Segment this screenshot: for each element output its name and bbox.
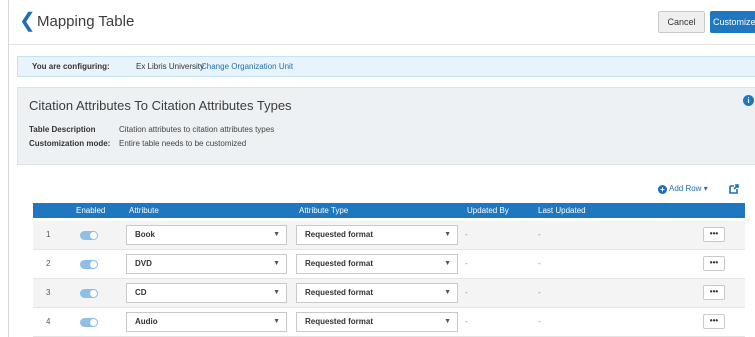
table-row: 1 Book ▼ Requested format ▼ - - •••	[33, 221, 745, 250]
attribute-select[interactable]: Audio ▼	[126, 312, 287, 332]
external-link-icon[interactable]	[728, 183, 740, 195]
updated-by-value: -	[465, 230, 468, 239]
attribute-value: Book	[135, 230, 155, 239]
column-header-enabled[interactable]: Enabled	[76, 203, 105, 218]
page-title: Mapping Table	[37, 13, 135, 30]
attribute-select[interactable]: CD ▼	[126, 283, 287, 303]
page-header: ❮ Mapping Table Cancel Customize	[9, 0, 755, 45]
organization-name: Ex Libris University	[136, 62, 205, 71]
row-number: 1	[46, 230, 51, 239]
customization-mode-value: Entire table needs to be customized	[119, 139, 247, 148]
caret-down-icon: ▼	[273, 231, 280, 238]
updated-by-value: -	[465, 259, 468, 268]
row-actions-button[interactable]: •••	[703, 227, 725, 242]
table-row: 4 Audio ▼ Requested format ▼ - - •••	[33, 308, 745, 337]
updated-by-value: -	[465, 288, 468, 297]
row-actions-button[interactable]: •••	[703, 314, 725, 329]
last-updated-value: -	[538, 259, 541, 268]
caret-down-icon: ▼	[273, 260, 280, 267]
info-icon[interactable]: i	[743, 95, 754, 106]
column-header-last-updated[interactable]: Last Updated	[538, 203, 586, 218]
attribute-value: DVD	[135, 259, 152, 268]
row-number: 2	[46, 259, 51, 268]
column-header-attribute[interactable]: Attribute	[129, 203, 159, 218]
caret-down-icon: ▼	[273, 289, 280, 296]
table-header: Enabled Attribute Attribute Type Updated…	[33, 203, 745, 218]
attribute-type-value: Requested format	[305, 288, 374, 297]
attribute-value: CD	[135, 288, 147, 297]
attribute-type-value: Requested format	[305, 230, 374, 239]
last-updated-value: -	[538, 288, 541, 297]
enabled-toggle[interactable]	[80, 318, 98, 327]
last-updated-value: -	[538, 317, 541, 326]
change-organization-link[interactable]: Change Organization Unit	[201, 57, 293, 76]
attribute-select[interactable]: Book ▼	[126, 225, 287, 245]
row-actions-button[interactable]: •••	[703, 285, 725, 300]
attribute-type-select[interactable]: Requested format ▼	[296, 283, 458, 303]
row-actions-button[interactable]: •••	[703, 256, 725, 271]
configuring-label: You are configuring:	[32, 62, 110, 71]
app-frame: ❮ Mapping Table Cancel Customize You are…	[8, 0, 755, 337]
cancel-button[interactable]: Cancel	[658, 11, 705, 33]
table-row: 3 CD ▼ Requested format ▼ - - •••	[33, 279, 745, 308]
table-row: 2 DVD ▼ Requested format ▼ - - •••	[33, 250, 745, 279]
add-row-label: Add Row	[669, 184, 702, 193]
plus-circle-icon: +	[658, 185, 667, 194]
table-description-label: Table Description	[29, 125, 96, 134]
caret-down-icon: ▼	[273, 318, 280, 325]
column-header-attribute-type[interactable]: Attribute Type	[299, 203, 348, 218]
customization-mode-label: Customization mode:	[29, 139, 111, 148]
caret-down-icon: ▼	[444, 318, 451, 325]
row-number: 4	[46, 317, 51, 326]
updated-by-value: -	[465, 317, 468, 326]
caret-down-icon: ▾	[703, 184, 708, 193]
column-header-updated-by[interactable]: Updated By	[467, 203, 509, 218]
attribute-type-select[interactable]: Requested format ▼	[296, 225, 458, 245]
row-number: 3	[46, 288, 51, 297]
caret-down-icon: ▼	[444, 289, 451, 296]
last-updated-value: -	[538, 230, 541, 239]
attribute-type-select[interactable]: Requested format ▼	[296, 312, 458, 332]
configuring-bar: You are configuring: Ex Libris Universit…	[17, 56, 755, 77]
attribute-select[interactable]: DVD ▼	[126, 254, 287, 274]
caret-down-icon: ▼	[444, 260, 451, 267]
attribute-value: Audio	[135, 317, 158, 326]
enabled-toggle[interactable]	[80, 231, 98, 240]
attribute-type-value: Requested format	[305, 317, 374, 326]
table-description-value: Citation attributes to citation attribut…	[119, 125, 275, 134]
section-title: Citation Attributes To Citation Attribut…	[29, 98, 292, 113]
attribute-type-select[interactable]: Requested format ▼	[296, 254, 458, 274]
enabled-toggle[interactable]	[80, 260, 98, 269]
chevron-left-icon[interactable]: ❮	[19, 10, 37, 32]
caret-down-icon: ▼	[444, 231, 451, 238]
enabled-toggle[interactable]	[80, 289, 98, 298]
add-row-button[interactable]: + Add Row ▾	[658, 184, 708, 194]
attribute-type-value: Requested format	[305, 259, 374, 268]
customize-button[interactable]: Customize	[710, 11, 755, 33]
